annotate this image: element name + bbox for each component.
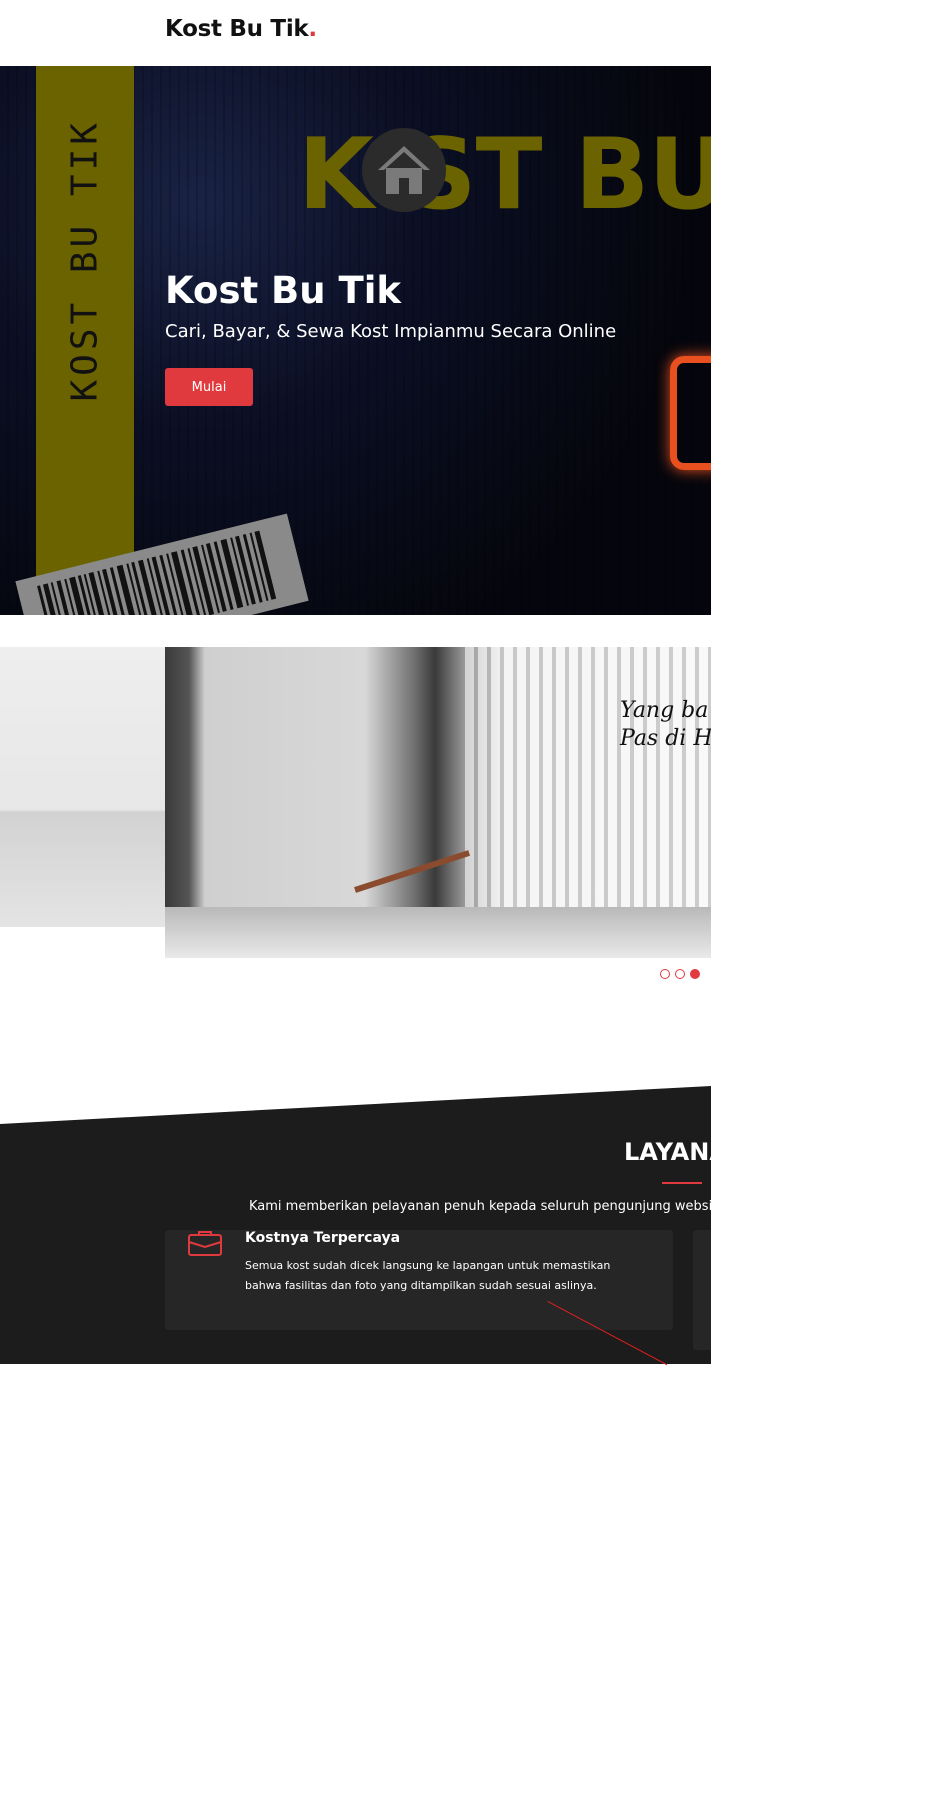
service-card-title: Kostnya Terpercaya — [245, 1230, 401, 1246]
start-button[interactable]: Mulai — [165, 368, 253, 406]
slider-image-room: Yang ba Pas di H — [165, 647, 711, 958]
services-description: Kami memberikan pelayanan penuh kepada s… — [249, 1199, 711, 1214]
floor-area — [165, 907, 711, 958]
slider-dots — [660, 969, 705, 981]
briefcase-icon — [188, 1231, 222, 1256]
brand-logo[interactable]: Kost Bu Tik. — [165, 16, 317, 42]
hero-background-brand: K ST BU — [298, 118, 711, 232]
service-card-text: Semua kost sudah dicek langsung ke lapan… — [245, 1259, 611, 1292]
skirting-board — [354, 850, 471, 893]
services-title-underline — [662, 1182, 702, 1184]
brand-name: Kost Bu Tik — [165, 16, 309, 42]
slide-quote-line-2: Pas di H — [620, 726, 711, 751]
slide-quote-line-1: Yang ba — [620, 698, 709, 723]
service-card-next — [693, 1230, 711, 1350]
slider-previous-image — [0, 647, 165, 927]
hero-subtitle: Cari, Bayar, & Sewa Kost Impianmu Secara… — [165, 321, 617, 342]
service-card: Kostnya Terpercaya Semua kost sudah dice… — [165, 1230, 673, 1330]
site-header: Kost Bu Tik. — [0, 0, 711, 66]
slider-dot-1[interactable] — [660, 969, 670, 979]
window-blinds — [465, 647, 711, 917]
hero-title: Kost Bu Tik — [165, 269, 401, 312]
services-title: LAYANA — [624, 1138, 711, 1166]
slide-quote: Yang ba Pas di H — [620, 697, 711, 753]
services-section: LAYANA Kami memberikan pelayanan penuh k… — [0, 1086, 711, 1364]
hero-banner: KOST BU TIK K ST BU — [0, 66, 711, 615]
page-viewport: Kost Bu Tik. KOST BU TIK K ST BU — [0, 0, 711, 1818]
hero-stripe-text: KOST BU TIK — [65, 119, 106, 401]
house-icon — [378, 146, 430, 194]
slider-dot-3[interactable] — [690, 969, 700, 979]
neon-sign-decoration — [670, 356, 711, 470]
slider-dot-2[interactable] — [675, 969, 685, 979]
brand-dot: . — [308, 16, 317, 42]
